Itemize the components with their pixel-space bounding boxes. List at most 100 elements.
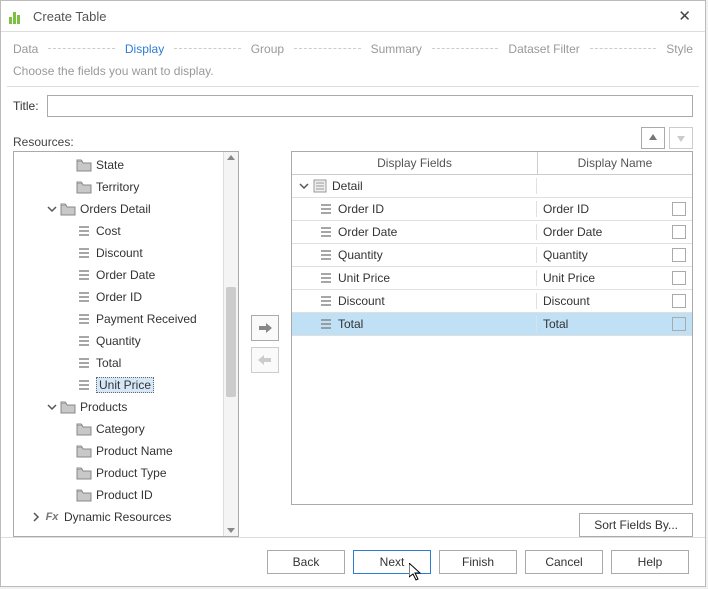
tree-node[interactable]: FxDynamic Resources <box>14 506 223 528</box>
caret-right-icon[interactable] <box>30 511 42 523</box>
tree-node[interactable]: Order ID <box>14 286 223 308</box>
field-icon <box>318 316 334 332</box>
caret-spacer <box>62 335 74 347</box>
tree-node-label: Payment Received <box>96 312 197 326</box>
dialog-body: Title: Resources: StateTerritoryOrders D… <box>1 87 705 537</box>
window-title: Create Table <box>33 9 672 24</box>
grid-row[interactable]: Order ID Order ID <box>292 198 692 221</box>
checkbox[interactable] <box>672 225 686 239</box>
checkbox[interactable] <box>672 248 686 262</box>
grid-display-name[interactable]: Quantity <box>543 248 588 262</box>
tree-node[interactable]: Products <box>14 396 223 418</box>
tree-node[interactable]: Payment Received <box>14 308 223 330</box>
caret-spacer <box>62 423 74 435</box>
caret-spacer <box>62 247 74 259</box>
tree-node-label: Product Type <box>96 466 167 480</box>
tree-node[interactable]: Territory <box>14 176 223 198</box>
tree-node[interactable]: Quantity <box>14 330 223 352</box>
grid-field-label: Discount <box>338 294 385 308</box>
tree-node[interactable]: Discount <box>14 242 223 264</box>
caret-spacer <box>62 269 74 281</box>
tree-node-label: Order ID <box>96 290 142 304</box>
wizard-step-summary[interactable]: Summary <box>371 42 422 56</box>
grid-group-label: Detail <box>332 179 363 193</box>
grid-body[interactable]: Detail Order ID Order ID Order DateOrder Da… <box>292 175 692 504</box>
caret-down-icon[interactable] <box>298 180 310 192</box>
folder-icon <box>76 443 92 459</box>
cancel-button[interactable]: Cancel <box>525 550 603 574</box>
scroll-thumb[interactable] <box>226 287 236 397</box>
caret-spacer <box>62 357 74 369</box>
grid-row[interactable]: TotalTotal <box>292 313 692 336</box>
grid-display-name[interactable]: Total <box>543 317 568 331</box>
sort-fields-by-button[interactable]: Sort Fields By... <box>579 513 693 537</box>
grid-display-name[interactable]: Order Date <box>543 225 602 239</box>
folder-icon <box>60 201 76 217</box>
caret-spacer <box>62 291 74 303</box>
resources-header-row: Resources: <box>13 127 693 149</box>
tree-node[interactable]: Order Date <box>14 264 223 286</box>
grid-row[interactable]: QuantityQuantity <box>292 244 692 267</box>
tree-node[interactable]: Category <box>14 418 223 440</box>
wizard-step-data[interactable]: Data <box>13 42 38 56</box>
grid-display-name[interactable]: Discount <box>543 294 590 308</box>
caret-down-icon[interactable] <box>46 203 58 215</box>
title-label: Title: <box>13 99 39 113</box>
tree-node[interactable]: Product ID <box>14 484 223 506</box>
wizard-strip: Data Display Group Summary Dataset Filter Sty… <box>1 32 705 64</box>
checkbox[interactable] <box>672 317 686 331</box>
checkbox[interactable] <box>672 202 686 216</box>
grid-row[interactable]: Order DateOrder Date <box>292 221 692 244</box>
tree-node[interactable]: Unit Price <box>14 374 223 396</box>
help-button[interactable]: Help <box>611 550 689 574</box>
wizard-sep <box>590 48 657 51</box>
field-icon <box>76 223 92 239</box>
finish-button[interactable]: Finish <box>439 550 517 574</box>
tree-node-label: Discount <box>96 246 143 260</box>
dialog-create-table: Create Table ✕ DataDisplayGroupSummaryDa… <box>0 0 706 587</box>
caret-spacer <box>62 181 74 193</box>
tree-node[interactable]: Orders Detail <box>14 198 223 220</box>
tree-node[interactable]: Product Type <box>14 462 223 484</box>
tree-node[interactable]: Cost <box>14 220 223 242</box>
remove-field-button[interactable] <box>251 347 279 373</box>
add-field-button[interactable] <box>251 315 279 341</box>
titlebar: Create Table ✕ <box>1 1 705 32</box>
grid-row[interactable]: Unit Price Unit Price <box>292 267 692 290</box>
title-input[interactable] <box>47 95 693 117</box>
checkbox[interactable] <box>672 294 686 308</box>
tree-node[interactable]: Product Name <box>14 440 223 462</box>
caret-spacer <box>62 379 74 391</box>
grid-row[interactable]: Discount Discount <box>292 290 692 313</box>
display-fields-grid: Display Fields Display Name Detail Order … <box>291 151 693 505</box>
resources-tree-pane: StateTerritoryOrders Detail Cost Discount O… <box>13 151 239 537</box>
resources-tree[interactable]: StateTerritoryOrders Detail Cost Discount O… <box>14 152 223 536</box>
grid-group-row[interactable]: Detail <box>292 175 692 198</box>
close-button[interactable]: ✕ <box>672 5 697 27</box>
tree-node-label: Cost <box>96 224 121 238</box>
move-up-button[interactable] <box>641 127 665 149</box>
grid-field-label: Order ID <box>338 202 384 216</box>
field-icon <box>318 201 334 217</box>
tree-scrollbar[interactable] <box>223 152 238 536</box>
next-button[interactable]: Next <box>353 550 431 574</box>
field-icon <box>76 355 92 371</box>
wizard-step-dataset-filter[interactable]: Dataset Filter <box>508 42 579 56</box>
folder-icon <box>60 399 76 415</box>
grid-display-name[interactable]: Order ID <box>543 202 589 216</box>
move-down-button[interactable] <box>669 127 693 149</box>
wizard-step-group[interactable]: Group <box>251 42 284 56</box>
checkbox[interactable] <box>672 271 686 285</box>
tree-node[interactable]: Total <box>14 352 223 374</box>
grid-header: Display Fields Display Name <box>292 152 692 175</box>
wizard-step-display[interactable]: Display <box>125 42 164 56</box>
wizard-step-style[interactable]: Style <box>666 42 693 56</box>
caret-spacer <box>62 313 74 325</box>
grid-display-name[interactable]: Unit Price <box>543 271 595 285</box>
back-button[interactable]: Back <box>267 550 345 574</box>
grid-field-label: Unit Price <box>338 271 390 285</box>
field-icon <box>76 289 92 305</box>
field-icon <box>318 247 334 263</box>
tree-node[interactable]: State <box>14 154 223 176</box>
caret-down-icon[interactable] <box>46 401 58 413</box>
